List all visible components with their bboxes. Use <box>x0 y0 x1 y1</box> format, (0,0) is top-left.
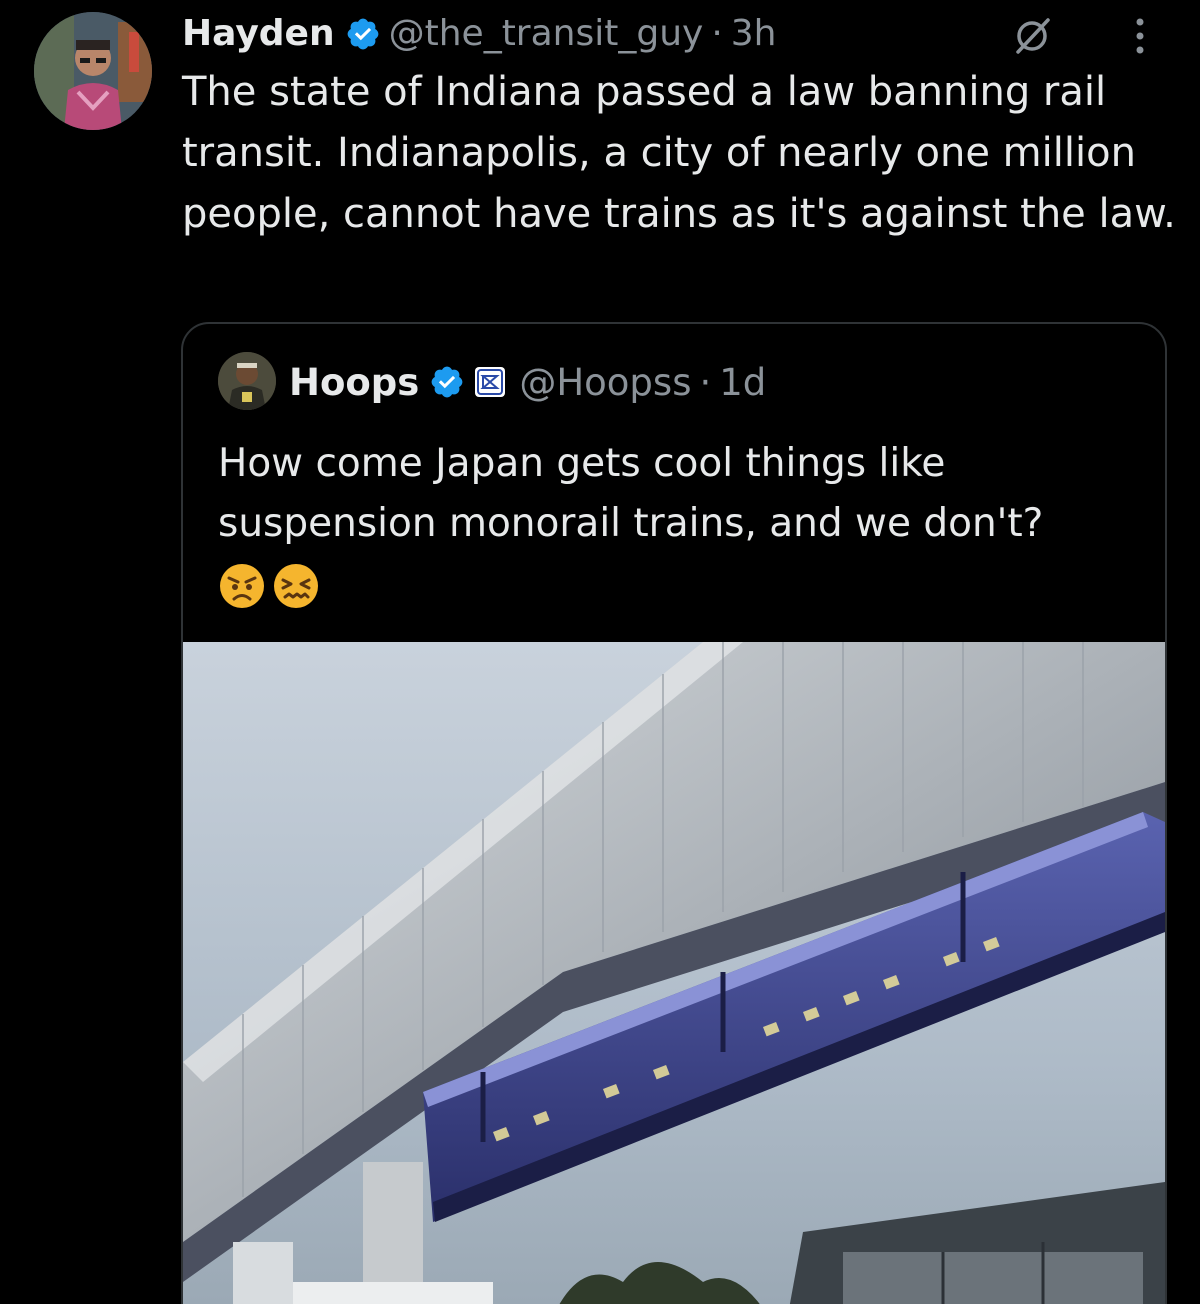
affiliate-badge-icon <box>475 367 506 397</box>
author-avatar[interactable] <box>34 12 152 130</box>
tweet-text: The state of Indiana passed a law bannin… <box>182 69 1176 237</box>
quoted-tweet-timestamp[interactable]: 1d <box>719 361 766 404</box>
author-handle[interactable]: @the_transit_guy <box>389 8 704 60</box>
grok-icon[interactable] <box>1010 14 1054 58</box>
author-name[interactable]: Hayden <box>182 8 335 60</box>
tweet-timestamp[interactable]: 3h <box>731 8 777 60</box>
quoted-tweet-card[interactable]: Hoops @Hoopss · 1d How come Japan gets c… <box>181 322 1167 1304</box>
confounded-face-emoji <box>274 564 318 608</box>
separator-dot: · <box>711 13 723 54</box>
tweet-header: Hayden @the_transit_guy · 3h <box>182 8 777 60</box>
quoted-author-handle[interactable]: @Hoopss <box>519 361 691 404</box>
monorail-photo[interactable] <box>183 642 1165 1304</box>
separator-dot: · <box>699 360 712 404</box>
quoted-tweet-header: Hoops @Hoopss · 1d <box>289 354 766 410</box>
angry-face-emoji <box>220 564 264 608</box>
quoted-tweet-text: How come Japan gets cool things like sus… <box>218 441 1044 546</box>
quoted-author-name[interactable]: Hoops <box>289 361 419 404</box>
verified-badge-icon <box>347 18 378 50</box>
verified-badge-icon <box>431 366 463 398</box>
more-options-icon[interactable] <box>1130 14 1150 58</box>
emoji-row <box>218 562 320 610</box>
quoted-author-avatar[interactable] <box>218 352 276 410</box>
